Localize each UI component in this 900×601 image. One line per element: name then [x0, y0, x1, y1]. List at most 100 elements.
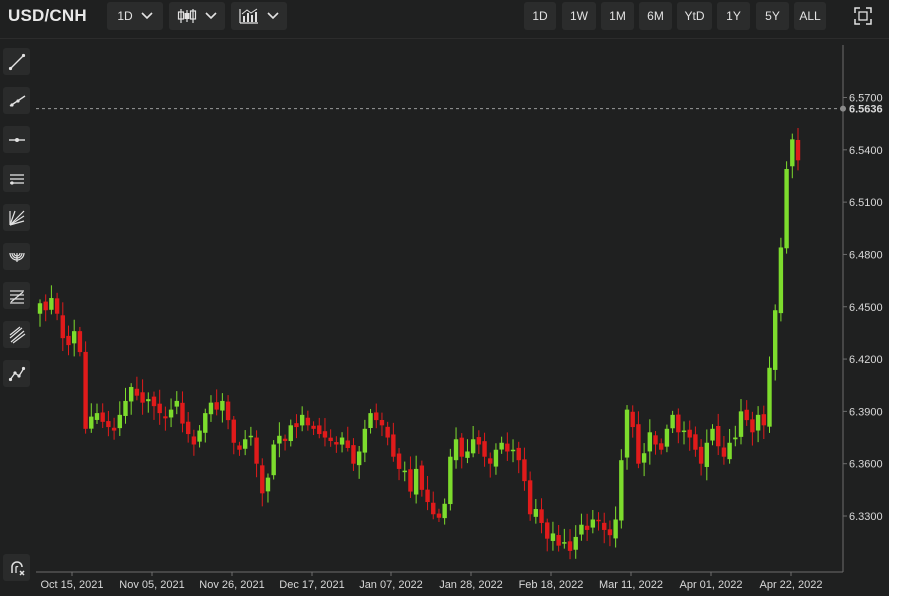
tool-parallel-channel[interactable] — [3, 165, 30, 192]
candle-body — [311, 425, 316, 429]
candle-body — [698, 446, 704, 464]
candle — [254, 430, 259, 478]
candle-body — [174, 400, 179, 407]
candle — [607, 520, 613, 547]
candle — [339, 432, 345, 453]
tool-fibonacci[interactable] — [3, 282, 30, 309]
candle — [670, 410, 675, 434]
candle-body — [681, 430, 687, 433]
candle-body — [128, 386, 134, 402]
candle-body — [123, 400, 128, 416]
last-price-label: 6.5636 — [849, 104, 883, 116]
candle — [157, 389, 162, 425]
candle — [562, 528, 567, 549]
symbol-title[interactable]: USD/CNH — [8, 6, 87, 26]
candle — [288, 419, 293, 447]
x-tick-label: Apr 01, 2022 — [680, 579, 743, 591]
range-button-1m[interactable]: 1M — [601, 2, 634, 30]
candle — [522, 447, 527, 491]
range-button-5y[interactable]: 5Y — [756, 2, 789, 30]
last-price-marker — [840, 105, 846, 112]
candle — [419, 460, 425, 497]
candle-body — [465, 451, 470, 458]
candle-body — [476, 437, 482, 445]
candle-body — [767, 367, 772, 427]
candle-body — [106, 421, 111, 428]
range-button-all[interactable]: ALL — [794, 2, 826, 30]
candle — [664, 424, 670, 453]
candle-body — [413, 468, 419, 495]
candle-body — [602, 522, 607, 530]
candle-body — [545, 522, 550, 539]
tool-trend-line[interactable] — [3, 48, 30, 75]
candle — [402, 461, 407, 482]
candle — [727, 428, 732, 464]
candle — [71, 319, 77, 357]
fullscreen-button[interactable] — [846, 2, 880, 30]
candle — [94, 403, 100, 424]
tool-ray-line[interactable] — [3, 87, 30, 114]
range-button-6m[interactable]: 6M — [639, 2, 672, 30]
tool-arc[interactable] — [3, 243, 30, 270]
candle-body — [733, 437, 738, 440]
candle — [505, 432, 510, 461]
candle — [448, 448, 453, 511]
x-tick-label: Jan 07, 2022 — [359, 579, 423, 591]
tool-horizontal-line[interactable] — [3, 126, 30, 153]
candle — [641, 443, 647, 477]
candle — [89, 403, 94, 433]
candle-body — [716, 426, 721, 447]
candle-body — [488, 458, 493, 464]
candle — [260, 458, 265, 507]
candle — [328, 429, 333, 447]
range-button-1w[interactable]: 1W — [562, 2, 596, 30]
candle — [208, 395, 214, 422]
candle-body — [214, 402, 219, 410]
candle-body — [334, 442, 339, 445]
candle-body — [345, 440, 350, 448]
candle-body — [693, 434, 698, 450]
candle — [545, 518, 550, 552]
indicators-dropdown[interactable] — [231, 2, 287, 30]
candle — [453, 427, 459, 469]
range-button-ytd[interactable]: YtD — [677, 2, 712, 30]
chart-app: 6.5700 6.5400 6.5100 6.4800 6.4500 6.4200 6.39… — [0, 0, 889, 596]
candle — [368, 408, 373, 434]
candle-body — [710, 428, 715, 441]
candle — [117, 401, 122, 436]
candle-body — [436, 513, 442, 518]
candle — [106, 410, 111, 437]
tool-path[interactable] — [3, 360, 30, 387]
candle — [465, 439, 470, 464]
candle — [693, 426, 698, 457]
ray-line-icon — [9, 94, 25, 107]
candle-body — [49, 298, 54, 310]
x-axis-ticks: Oct 15, 2021 Nov 05, 2021 Nov 26, 2021 Dec … — [41, 572, 823, 591]
candle-body — [676, 414, 681, 433]
candle-body — [379, 419, 385, 426]
tool-magnet[interactable] — [3, 554, 30, 581]
candle — [385, 421, 390, 446]
chevron-down-icon — [267, 12, 279, 20]
candle — [459, 433, 464, 469]
price-chart[interactable]: 6.57006.54006.51006.48006.45006.42006.39… — [0, 0, 889, 596]
range-button-1y[interactable]: 1Y — [717, 2, 750, 30]
candle — [488, 452, 493, 478]
candle-body — [562, 542, 567, 544]
chart-style-dropdown[interactable] — [169, 2, 225, 30]
candle-body — [140, 392, 145, 403]
tool-fan[interactable] — [3, 204, 30, 231]
arc-icon — [8, 252, 25, 262]
candle — [299, 406, 305, 432]
candle-body — [368, 413, 373, 428]
candle-body — [442, 503, 447, 519]
candle — [470, 425, 476, 458]
interval-dropdown[interactable]: 1D — [107, 2, 163, 30]
candle — [168, 398, 174, 428]
candle-body — [778, 247, 784, 314]
range-button-1d[interactable]: 1D — [524, 2, 556, 30]
candle-body — [755, 414, 761, 431]
chevron-down-icon — [205, 12, 217, 20]
x-tick-label: Nov 05, 2021 — [119, 579, 184, 591]
tool-pitchfork[interactable] — [3, 321, 30, 348]
